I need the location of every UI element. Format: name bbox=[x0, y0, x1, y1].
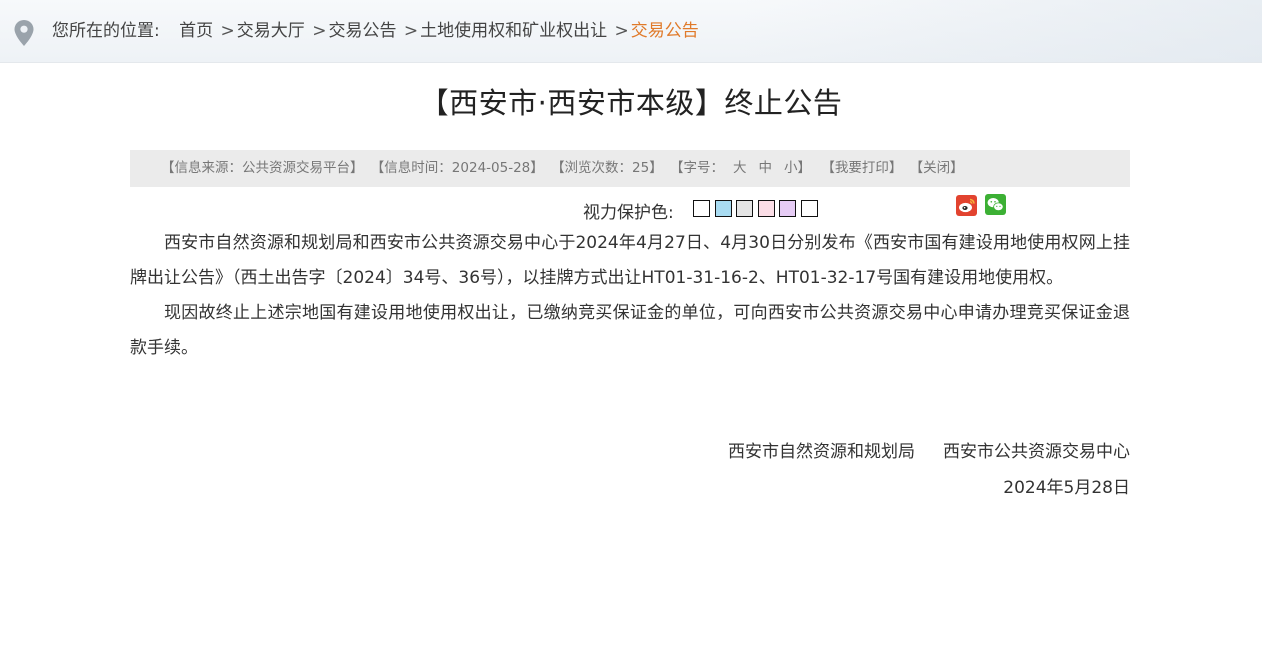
breadcrumb-land-rights-link[interactable]: 土地使用权和矿业权出让 bbox=[420, 21, 607, 41]
eye-care-swatch-white-2[interactable] bbox=[800, 200, 818, 217]
article-body: 西安市自然资源和规划局和西安市公共资源交易中心于2024年4月27日、4月30日… bbox=[130, 226, 1130, 366]
eye-care-swatch-gray[interactable] bbox=[736, 200, 753, 217]
weibo-icon[interactable] bbox=[956, 195, 977, 216]
font-size-small-link[interactable]: 小】 bbox=[784, 160, 811, 176]
font-size-label: 【字号： bbox=[670, 160, 725, 176]
breadcrumb-separator: > bbox=[312, 21, 327, 41]
print-link[interactable]: 【我要打印】 bbox=[821, 160, 902, 176]
breadcrumb-current-link[interactable]: 交易公告 bbox=[631, 21, 699, 41]
wechat-icon[interactable] bbox=[985, 194, 1006, 215]
font-size-large-link[interactable]: 大 bbox=[733, 160, 747, 176]
breadcrumb: 您所在的位置: 首页 > 交易大厅 > 交易公告 > 土地使用权和矿业权出让 > 交易公… bbox=[52, 18, 699, 44]
article-paragraph: 现因故终止上述宗地国有建设用地使用权出让，已缴纳竞买保证金的单位，可向西安市公共… bbox=[130, 303, 1130, 358]
signature-date: 2024年5月28日 bbox=[1003, 478, 1130, 498]
signature-orgs: 西安市自然资源和规划局 西安市公共资源交易中心 bbox=[130, 435, 1130, 470]
breadcrumb-separator: > bbox=[403, 21, 419, 41]
article-paragraph: 西安市自然资源和规划局和西安市公共资源交易中心于2024年4月27日、4月30日… bbox=[130, 233, 1130, 288]
breadcrumb-lead: 您所在的位置: bbox=[52, 21, 160, 41]
eye-care-swatch-pink[interactable] bbox=[757, 200, 775, 217]
eye-care-swatch-purple[interactable] bbox=[779, 200, 796, 217]
info-bar: 【信息来源：公共资源交易平台】 【信息时间：2024-05-28】 【浏览次数：… bbox=[130, 150, 1130, 187]
close-link[interactable]: 【关闭】 bbox=[910, 160, 964, 176]
eye-care-swatch-blue[interactable] bbox=[714, 200, 732, 217]
eye-care-swatches bbox=[693, 200, 822, 220]
info-source: 【信息来源：公共资源交易平台】 bbox=[161, 160, 364, 176]
page-title: 【西安市·西安市本级】终止公告 bbox=[419, 86, 843, 120]
font-size-medium-link[interactable]: 中 bbox=[759, 160, 773, 176]
eye-care-swatch-white[interactable] bbox=[693, 200, 710, 217]
info-time: 【信息时间：2024-05-28】 bbox=[370, 160, 544, 176]
breadcrumb-separator: > bbox=[220, 21, 235, 41]
breadcrumb-home-link[interactable]: 首页 bbox=[179, 21, 213, 41]
breadcrumb-trading-hall-link[interactable]: 交易大厅 bbox=[237, 21, 305, 41]
info-views: 【浏览次数：25】 bbox=[551, 160, 663, 176]
breadcrumb-separator: > bbox=[614, 21, 629, 41]
eye-care-label: 视力保护色: bbox=[583, 203, 674, 223]
breadcrumb-announcements-link[interactable]: 交易公告 bbox=[328, 21, 396, 41]
location-bar: 您所在的位置: 首页 > 交易大厅 > 交易公告 > 土地使用权和矿业权出让 > 交易公… bbox=[0, 0, 1262, 63]
location-pin-icon bbox=[14, 20, 34, 46]
signature-org-planning-bureau: 西安市自然资源和规划局 bbox=[728, 442, 915, 462]
signature-org-trading-center: 西安市公共资源交易中心 bbox=[943, 442, 1130, 462]
